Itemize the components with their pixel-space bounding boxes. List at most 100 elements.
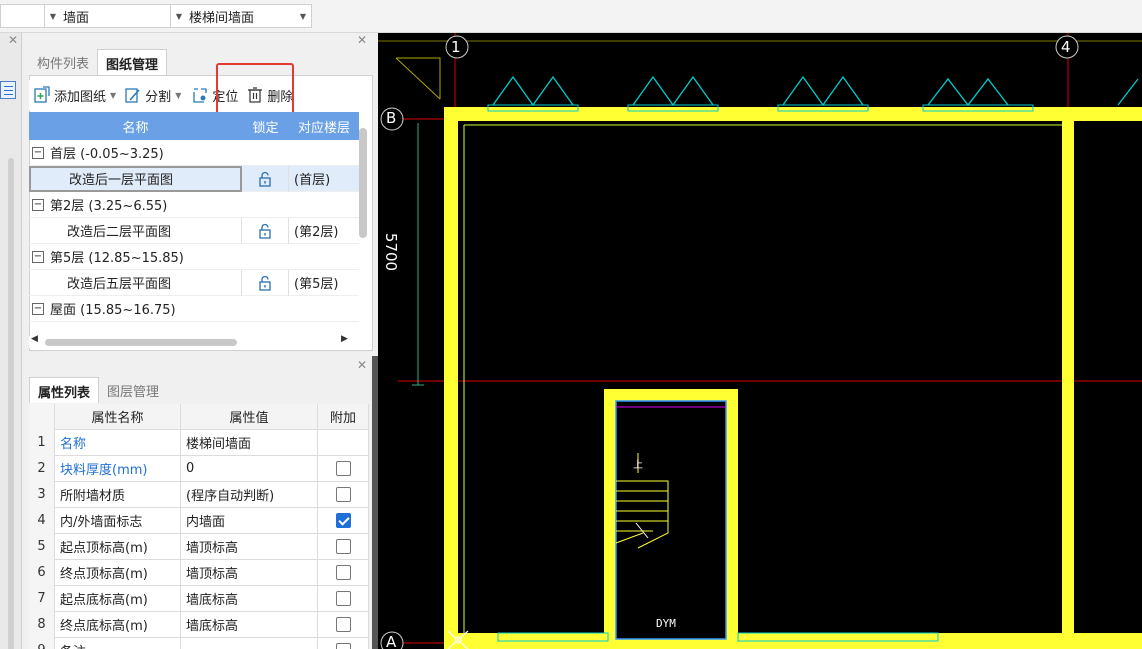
- property-value[interactable]: 墙底标高: [181, 585, 318, 612]
- tab-property-list[interactable]: 属性列表: [29, 377, 100, 403]
- scroll-right-icon[interactable]: ▶: [341, 334, 348, 344]
- property-name: 终点顶标高(m): [55, 559, 181, 586]
- drawing-floor: (首层): [294, 173, 331, 188]
- drawing-floor: (第2层): [294, 225, 339, 240]
- component-type-combo[interactable]: ▼ 墙面: [44, 4, 184, 28]
- property-row[interactable]: 9备注: [29, 637, 369, 649]
- attach-checkbox[interactable]: [335, 487, 351, 502]
- property-name: 块料厚度(mm): [55, 455, 181, 482]
- property-row[interactable]: 3 所附墙材质 (程序自动判断): [29, 481, 369, 508]
- property-value[interactable]: 内墙面: [181, 507, 318, 534]
- property-attach-cell: [318, 559, 369, 586]
- row-index: 3: [29, 481, 55, 508]
- property-table-header: 属性名称 属性值 附加: [29, 403, 369, 430]
- property-row[interactable]: 1 名称 楼梯间墙面: [29, 429, 369, 456]
- close-icon[interactable]: ✕: [357, 358, 367, 372]
- drawing-row[interactable]: 改造后一层平面图 (首层): [29, 165, 359, 192]
- close-icon[interactable]: ✕: [357, 33, 367, 47]
- add-drawing-button[interactable]: 添加图纸 ▼: [29, 82, 120, 108]
- drawing-panel-tabs: 构件列表 图纸管理: [29, 49, 168, 75]
- close-icon[interactable]: ✕: [8, 33, 18, 47]
- attach-checkbox[interactable]: [335, 591, 351, 606]
- floor-group-label: 第5层 (12.85~15.85): [50, 251, 184, 266]
- column-header-lock[interactable]: 锁定: [242, 112, 289, 140]
- property-name: 备注: [55, 637, 181, 649]
- stair-up-label: 上: [633, 460, 643, 471]
- component-name-combo[interactable]: ▼ 楼梯间墙面 ▼: [170, 4, 312, 28]
- collapse-icon[interactable]: −: [32, 302, 44, 315]
- split-button[interactable]: 分割 ▼: [120, 82, 185, 108]
- property-row[interactable]: 6 终点顶标高(m) 墙顶标高: [29, 559, 369, 586]
- property-value[interactable]: 墙底标高: [181, 611, 318, 638]
- list-view-icon[interactable]: [0, 81, 16, 99]
- cad-canvas[interactable]: 1 4 B A 5700 上 DYM: [378, 33, 1142, 649]
- property-attach-cell: [318, 585, 369, 612]
- attach-checkbox[interactable]: [335, 513, 351, 528]
- property-row[interactable]: 4 内/外墙面标志 内墙面: [29, 507, 369, 534]
- property-value[interactable]: 墙顶标高: [181, 559, 318, 586]
- row-index: 1: [29, 429, 55, 456]
- chevron-down-icon: ▼: [49, 11, 57, 21]
- tab-layer-management[interactable]: 图层管理: [99, 377, 167, 403]
- split-icon: [125, 88, 140, 103]
- drawing-tree: 名称 锁定 对应楼层 − 首层 (-0.05~3.25) 改造后一层平面图 (首层) −…: [29, 112, 359, 322]
- drawing-floor: (第5层): [294, 277, 339, 292]
- column-header-prop-name: 属性名称: [55, 403, 181, 430]
- axis-label-b: B: [386, 109, 397, 127]
- hscroll-thumb[interactable]: [45, 339, 237, 346]
- property-value[interactable]: 墙顶标高: [181, 533, 318, 560]
- attach-checkbox[interactable]: [335, 617, 351, 632]
- floor-group-row[interactable]: − 第2层 (3.25~6.55): [29, 192, 359, 218]
- lock-icon[interactable]: [242, 217, 289, 244]
- floor-group-row[interactable]: − 屋面 (15.85~16.75): [29, 296, 359, 322]
- floor-group-label: 首层 (-0.05~3.25): [50, 147, 164, 162]
- attach-checkbox[interactable]: [335, 643, 351, 649]
- property-attach-cell: [318, 455, 369, 482]
- axis-label-4: 4: [1061, 38, 1071, 56]
- property-attach-cell: [318, 429, 369, 456]
- property-row[interactable]: 7 起点底标高(m) 墙底标高: [29, 585, 369, 612]
- property-value[interactable]: 楼梯间墙面: [181, 429, 318, 456]
- top-toolbar: ▼ ▼ 墙面 ▼ 楼梯间墙面 ▼: [0, 0, 1142, 33]
- property-value[interactable]: (程序自动判断): [181, 481, 318, 508]
- property-table: 属性名称 属性值 附加 1 名称 楼梯间墙面 2 块料厚度(mm) 0 3 所附墙材质 (程序自…: [29, 403, 369, 649]
- left-dock-strip: ✕: [0, 33, 22, 649]
- drawing-row[interactable]: 改造后五层平面图 (第5层): [29, 269, 359, 296]
- property-row[interactable]: 8 终点底标高(m) 墙底标高: [29, 611, 369, 638]
- column-header-floor[interactable]: 对应楼层: [289, 112, 359, 140]
- add-drawing-label: 添加图纸: [54, 89, 107, 105]
- tab-drawing-management[interactable]: 图纸管理: [97, 49, 168, 75]
- column-header-name[interactable]: 名称: [29, 112, 242, 140]
- axis-label-1: 1: [451, 38, 461, 56]
- locate-icon: [193, 88, 207, 103]
- collapse-icon[interactable]: −: [32, 250, 44, 263]
- property-attach-cell: [318, 481, 369, 508]
- drawing-tree-header: 名称 锁定 对应楼层: [29, 112, 359, 140]
- row-index: 8: [29, 611, 55, 638]
- property-value[interactable]: 0: [181, 455, 318, 482]
- floor-group-row[interactable]: − 首层 (-0.05~3.25): [29, 140, 359, 166]
- tab-component-list[interactable]: 构件列表: [29, 49, 97, 75]
- property-value[interactable]: [181, 637, 318, 649]
- lock-icon[interactable]: [242, 269, 289, 296]
- drawing-row[interactable]: 改造后二层平面图 (第2层): [29, 217, 359, 244]
- property-name: 终点底标高(m): [55, 611, 181, 638]
- attach-checkbox[interactable]: [335, 565, 351, 580]
- column-header-prop-value: 属性值: [181, 403, 318, 430]
- property-name: 名称: [55, 429, 181, 456]
- drawing-name: 改造后五层平面图: [29, 269, 242, 296]
- attach-checkbox[interactable]: [335, 461, 351, 476]
- floor-group-row[interactable]: − 第5层 (12.85~15.85): [29, 244, 359, 270]
- chevron-down-icon: ▼: [175, 11, 183, 21]
- property-row[interactable]: 2 块料厚度(mm) 0: [29, 455, 369, 482]
- property-row[interactable]: 5 起点顶标高(m) 墙顶标高: [29, 533, 369, 560]
- add-drawing-icon: [34, 86, 50, 103]
- collapse-icon[interactable]: −: [32, 146, 44, 159]
- split-label: 分割: [145, 89, 172, 105]
- collapse-icon[interactable]: −: [32, 198, 44, 211]
- drawing-tree-vscrollbar[interactable]: [359, 128, 367, 238]
- scroll-left-icon[interactable]: ◀: [31, 334, 38, 344]
- lock-icon[interactable]: [242, 165, 289, 192]
- attach-checkbox[interactable]: [335, 539, 351, 554]
- scrollbar[interactable]: [8, 158, 14, 649]
